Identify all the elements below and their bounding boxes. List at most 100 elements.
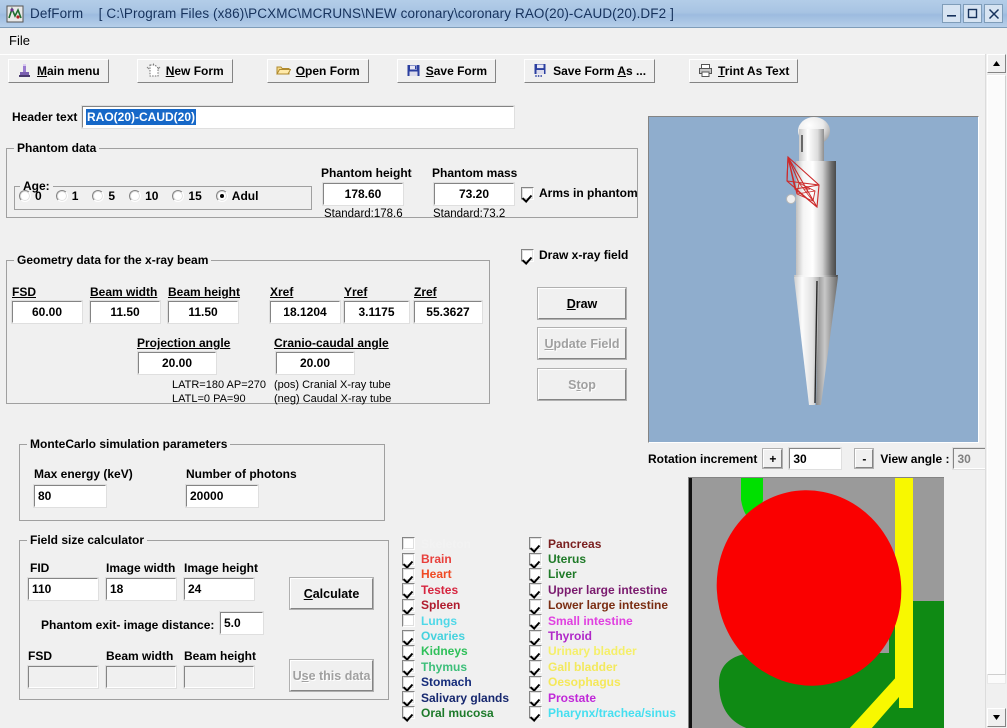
open-form-button[interactable]: Open Form <box>266 58 369 83</box>
organ-row-gall-bladder[interactable]: Gall bladder <box>529 659 676 674</box>
phantom-height-input[interactable]: 178.60 <box>322 182 404 206</box>
projection-angle-input[interactable]: 20.00 <box>137 351 217 375</box>
arms-in-phantom-checkbox[interactable]: Arms in phantom <box>521 186 638 200</box>
save-form-button[interactable]: Save Form <box>396 58 497 83</box>
organ-row-thyroid[interactable]: Thyroid <box>529 628 676 643</box>
organ-row-brain[interactable]: Brain <box>402 551 509 566</box>
checkbox-icon[interactable] <box>402 614 415 628</box>
checkbox-icon[interactable] <box>402 660 415 674</box>
checkbox-icon[interactable] <box>529 675 542 689</box>
draw-button[interactable]: Draw <box>537 287 627 320</box>
checkbox-icon[interactable] <box>529 644 542 658</box>
main-menu-button[interactable]: Main menu <box>8 58 109 83</box>
rotation-controls: Rotation increment + 30 - View angle : 3… <box>648 447 1003 470</box>
organ-row-urinary-bladder[interactable]: Urinary bladder <box>529 644 676 659</box>
rotation-plus-button[interactable]: + <box>762 448 784 469</box>
checkbox-icon[interactable] <box>402 583 415 597</box>
checkbox-icon[interactable] <box>529 567 542 581</box>
out-fsd-label: FSD <box>28 649 52 663</box>
phantom-3d-view[interactable] <box>648 116 979 443</box>
checkbox-icon[interactable] <box>402 552 415 566</box>
fid-input[interactable]: 110 <box>27 577 99 601</box>
age-radio-10[interactable]: 10 <box>129 189 158 203</box>
draw-xray-field-checkbox[interactable]: Draw x-ray field <box>521 248 628 262</box>
age-radio-0[interactable]: 0 <box>19 189 42 203</box>
minimize-button[interactable] <box>942 4 961 23</box>
stop-button[interactable]: Stop <box>537 368 627 401</box>
organ-row-kidneys[interactable]: Kidneys <box>402 644 509 659</box>
organ-row-testes[interactable]: Testes <box>402 582 509 597</box>
organ-row-skeleton[interactable]: Skeleton <box>402 536 509 551</box>
checkbox-icon[interactable] <box>529 691 542 705</box>
checkbox-icon[interactable] <box>529 552 542 566</box>
organ-row-lower-large-intestine[interactable]: Lower large intestine <box>529 598 676 613</box>
organ-row-small-intestine[interactable]: Small intestine <box>529 613 676 628</box>
age-radio-5[interactable]: 5 <box>92 189 115 203</box>
age-radio-15[interactable]: 15 <box>172 189 202 203</box>
organ-row-lungs[interactable]: Lungs <box>402 613 509 628</box>
use-this-data-button[interactable]: Use this data <box>289 659 374 692</box>
organ-row-uterus[interactable]: Uterus <box>529 551 676 566</box>
checkbox-icon[interactable] <box>402 537 415 551</box>
menu-item-file[interactable]: File <box>0 31 39 50</box>
checkbox-icon[interactable] <box>529 629 542 643</box>
max-energy-label: Max energy (keV) <box>34 467 133 481</box>
print-as-text-button[interactable]: Trint As Text <box>689 58 799 83</box>
checkbox-icon[interactable] <box>402 598 415 612</box>
organ-row-ovaries[interactable]: Ovaries <box>402 628 509 643</box>
organ-row-oral-mucosa[interactable]: Oral mucosa <box>402 705 509 720</box>
yref-input[interactable]: 3.1175 <box>343 300 410 324</box>
max-energy-input[interactable]: 80 <box>33 484 107 508</box>
scroll-up-button[interactable] <box>987 54 1006 73</box>
save-form-as-button[interactable]: Save Form As ... <box>524 58 656 83</box>
xref-input[interactable]: 18.1204 <box>269 300 341 324</box>
cranio-caudal-angle-input[interactable]: 20.00 <box>275 351 355 375</box>
organ-row-stomach[interactable]: Stomach <box>402 675 509 690</box>
organ-row-oesophagus[interactable]: Oesophagus <box>529 675 676 690</box>
rotation-minus-button[interactable]: - <box>854 448 875 469</box>
organ-row-heart[interactable]: Heart <box>402 567 509 582</box>
checkbox-icon[interactable] <box>529 614 542 628</box>
scrollbar-thumb[interactable] <box>987 75 1006 675</box>
age-radio-adult[interactable]: Adul <box>215 189 258 203</box>
checkbox-icon[interactable] <box>402 567 415 581</box>
header-text-input[interactable]: RAO(20)-CAUD(20) <box>81 105 515 129</box>
organ-row-liver[interactable]: Liver <box>529 567 676 582</box>
checkbox-icon[interactable] <box>402 629 415 643</box>
age-radio-1[interactable]: 1 <box>55 189 78 203</box>
num-photons-input[interactable]: 20000 <box>185 484 259 508</box>
fsd-input[interactable]: 60.00 <box>11 300 83 324</box>
image-width-input[interactable]: 18 <box>105 577 177 601</box>
checkbox-icon[interactable] <box>529 583 542 597</box>
organ-row-prostate[interactable]: Prostate <box>529 690 676 705</box>
checkbox-icon[interactable] <box>529 537 542 551</box>
checkbox-icon[interactable] <box>529 660 542 674</box>
checkbox-icon[interactable] <box>529 706 542 720</box>
checkbox-icon[interactable] <box>402 644 415 658</box>
scroll-down-button[interactable] <box>987 708 1006 727</box>
calculate-button[interactable]: Calculate <box>289 577 374 610</box>
organ-row-pharynx-trachea-sinus[interactable]: Pharynx/trachea/sinus <box>529 705 676 720</box>
organ-row-pancreas[interactable]: Pancreas <box>529 536 676 551</box>
beam-height-input[interactable]: 11.50 <box>167 300 239 324</box>
checkbox-icon[interactable] <box>402 675 415 689</box>
checkbox-icon[interactable] <box>402 691 415 705</box>
phantom-mass-input[interactable]: 73.20 <box>433 182 515 206</box>
organ-row-thymus[interactable]: Thymus <box>402 659 509 674</box>
update-field-button[interactable]: Update Field <box>537 327 627 360</box>
maximize-button[interactable] <box>963 4 982 23</box>
image-height-input[interactable]: 24 <box>183 577 255 601</box>
exit-distance-input[interactable]: 5.0 <box>219 611 264 635</box>
close-button[interactable] <box>984 4 1003 23</box>
organ-row-spleen[interactable]: Spleen <box>402 598 509 613</box>
beam-width-input[interactable]: 11.50 <box>89 300 161 324</box>
new-form-button[interactable]: New Form <box>136 58 233 83</box>
organ-row-salivary-glands[interactable]: Salivary glands <box>402 690 509 705</box>
rotation-increment-input[interactable]: 30 <box>788 447 843 470</box>
vertical-scrollbar[interactable] <box>985 54 1007 728</box>
zref-input[interactable]: 55.3627 <box>413 300 483 324</box>
organ-label: Stomach <box>421 675 472 690</box>
checkbox-icon[interactable] <box>402 706 415 720</box>
organ-row-upper-large-intestine[interactable]: Upper large intestine <box>529 582 676 597</box>
checkbox-icon[interactable] <box>529 598 542 612</box>
